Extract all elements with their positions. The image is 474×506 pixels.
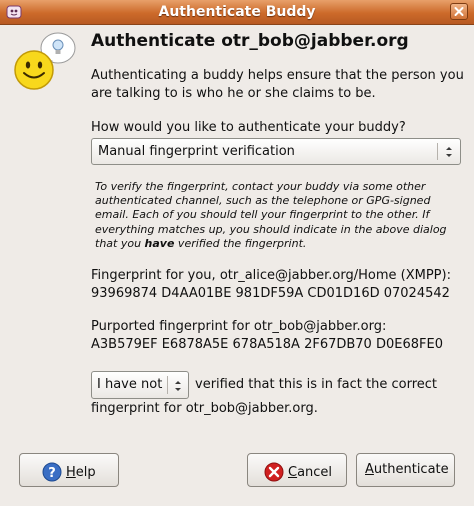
intro-line-1: Authenticating a buddy helps ensure that…	[91, 68, 464, 83]
close-icon	[454, 7, 464, 16]
instructions-line-2: authenticated channel, such as the telep…	[95, 194, 431, 208]
cancel-icon	[264, 462, 284, 482]
instructions-line-4: everything matches up, you should indica…	[95, 222, 447, 236]
method-select-value: Manual fingerprint verification	[98, 144, 295, 159]
updown-arrow-icon	[446, 147, 452, 157]
authenticate-buddy-dialog: Authenticate Buddy Authenticate otr_bob@…	[0, 0, 474, 506]
help-button-label: Help	[66, 464, 96, 480]
dialog-heading: Authenticate otr_bob@jabber.org	[91, 31, 409, 51]
your-fingerprint-value: 93969874 D4AA01BE 981DF59A CD01D16D 0702…	[91, 286, 450, 301]
method-select[interactable]: Manual fingerprint verification	[91, 138, 461, 165]
verification-text-line-2: fingerprint for otr_bob@jabber.org.	[91, 401, 318, 416]
verification-text-line-1: verified that this is in fact the correc…	[195, 377, 438, 392]
cancel-button-label: Cancel	[288, 464, 333, 480]
updown-arrow-icon	[175, 381, 181, 391]
intro-text: Authenticating a buddy helps ensure that…	[91, 67, 471, 103]
smiley-lightbulb-icon	[14, 32, 76, 90]
svg-text:?: ?	[48, 466, 56, 481]
verification-status-value: I have not	[97, 377, 163, 392]
window-title: Authenticate Buddy	[158, 4, 316, 20]
authenticate-button[interactable]: Authenticate	[356, 453, 455, 487]
combo-separator	[167, 376, 168, 394]
instructions-line-5-end: verified the fingerprint.	[174, 236, 307, 250]
buddy-fingerprint-value: A3B579EF E6878A5E 678A518A 2F67DB70 D0E6…	[91, 337, 443, 352]
close-button[interactable]	[450, 3, 468, 20]
instructions-line-5-start: that you	[95, 236, 145, 250]
title-bar[interactable]: Authenticate Buddy	[0, 0, 474, 25]
instructions-line-3: email. Each of you should tell your fing…	[95, 208, 430, 222]
instructions-line-1: To verify the fingerprint, contact your …	[95, 180, 426, 193]
method-question: How would you like to authenticate your …	[91, 120, 406, 135]
help-button[interactable]: ? Help	[19, 453, 119, 487]
instructions-emphasis: have	[144, 236, 175, 250]
intro-line-2: are talking to is who he or she claims t…	[91, 86, 376, 101]
combo-separator	[437, 143, 438, 160]
buddy-fingerprint-label: Purported fingerprint for otr_bob@jabber…	[91, 319, 387, 334]
cancel-button[interactable]: Cancel	[247, 453, 347, 487]
verification-status-select[interactable]: I have not	[91, 371, 189, 399]
instructions-line-5: that you have verified the fingerprint.	[95, 237, 455, 251]
help-icon: ?	[42, 462, 62, 482]
verification-instructions: To verify the fingerprint, contact your …	[95, 180, 455, 251]
authenticate-button-label: Authenticate	[365, 462, 449, 477]
your-fingerprint-label: Fingerprint for you, otr_alice@jabber.or…	[91, 268, 451, 283]
